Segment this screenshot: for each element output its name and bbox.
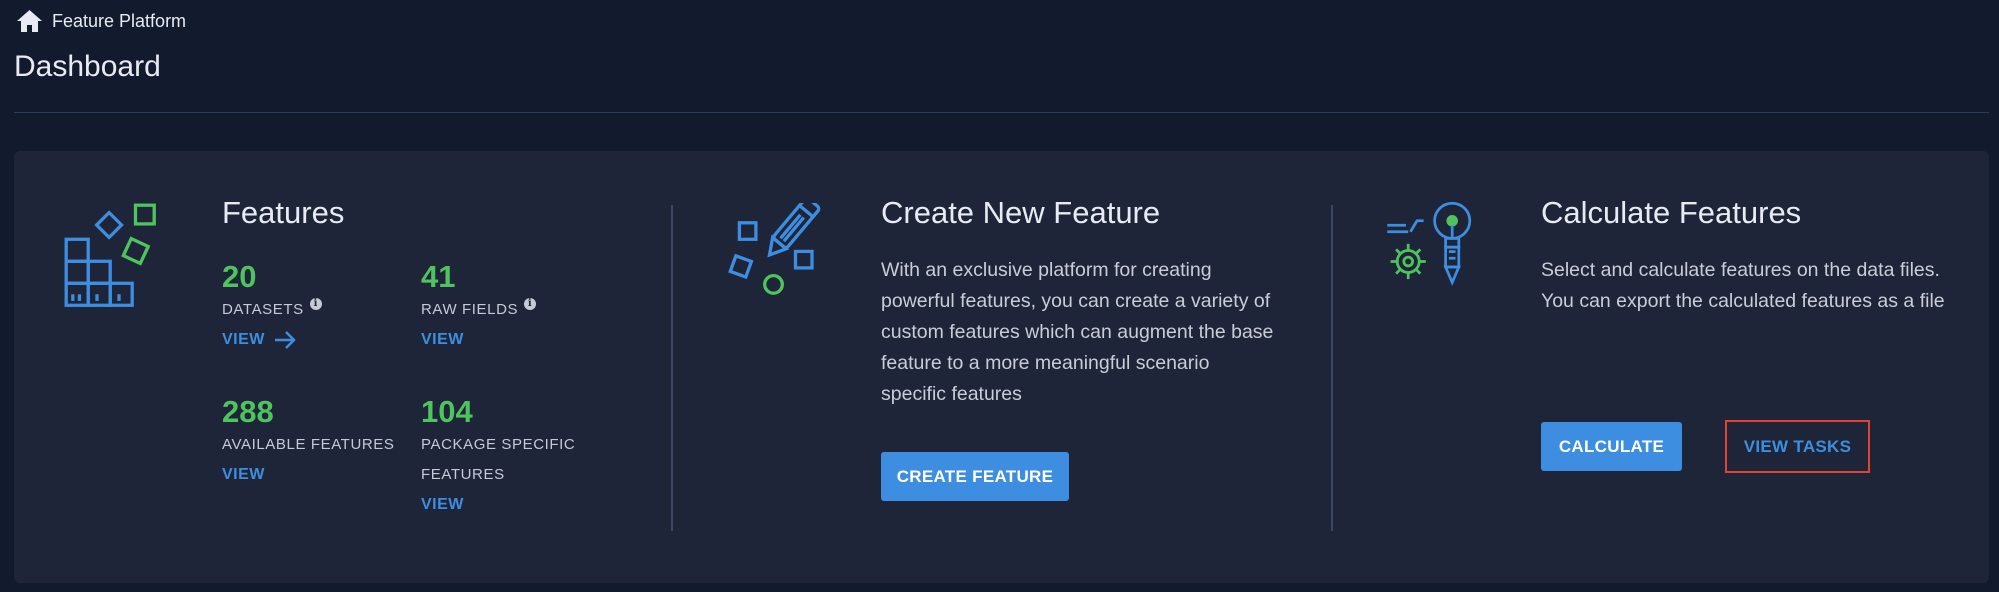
calculate-title: Calculate Features xyxy=(1541,195,1802,230)
calculate-section: Calculate Features Select and calculate … xyxy=(14,151,1989,583)
calculate-button[interactable]: CALCULATE xyxy=(1541,422,1682,471)
breadcrumb-label[interactable]: Feature Platform xyxy=(52,11,186,32)
page-title: Dashboard xyxy=(14,50,161,83)
dashboard-panel: Features 20 DATASETS i VIEW 41 RAW FIELD… xyxy=(14,151,1989,583)
calculate-description: Select and calculate features on the dat… xyxy=(1541,259,1945,312)
header-divider xyxy=(14,112,1989,113)
gear-bulb-icon xyxy=(1387,201,1472,286)
breadcrumb: Feature Platform xyxy=(15,8,186,34)
view-tasks-button[interactable]: VIEW TASKS xyxy=(1725,420,1870,473)
home-icon[interactable] xyxy=(15,8,44,34)
